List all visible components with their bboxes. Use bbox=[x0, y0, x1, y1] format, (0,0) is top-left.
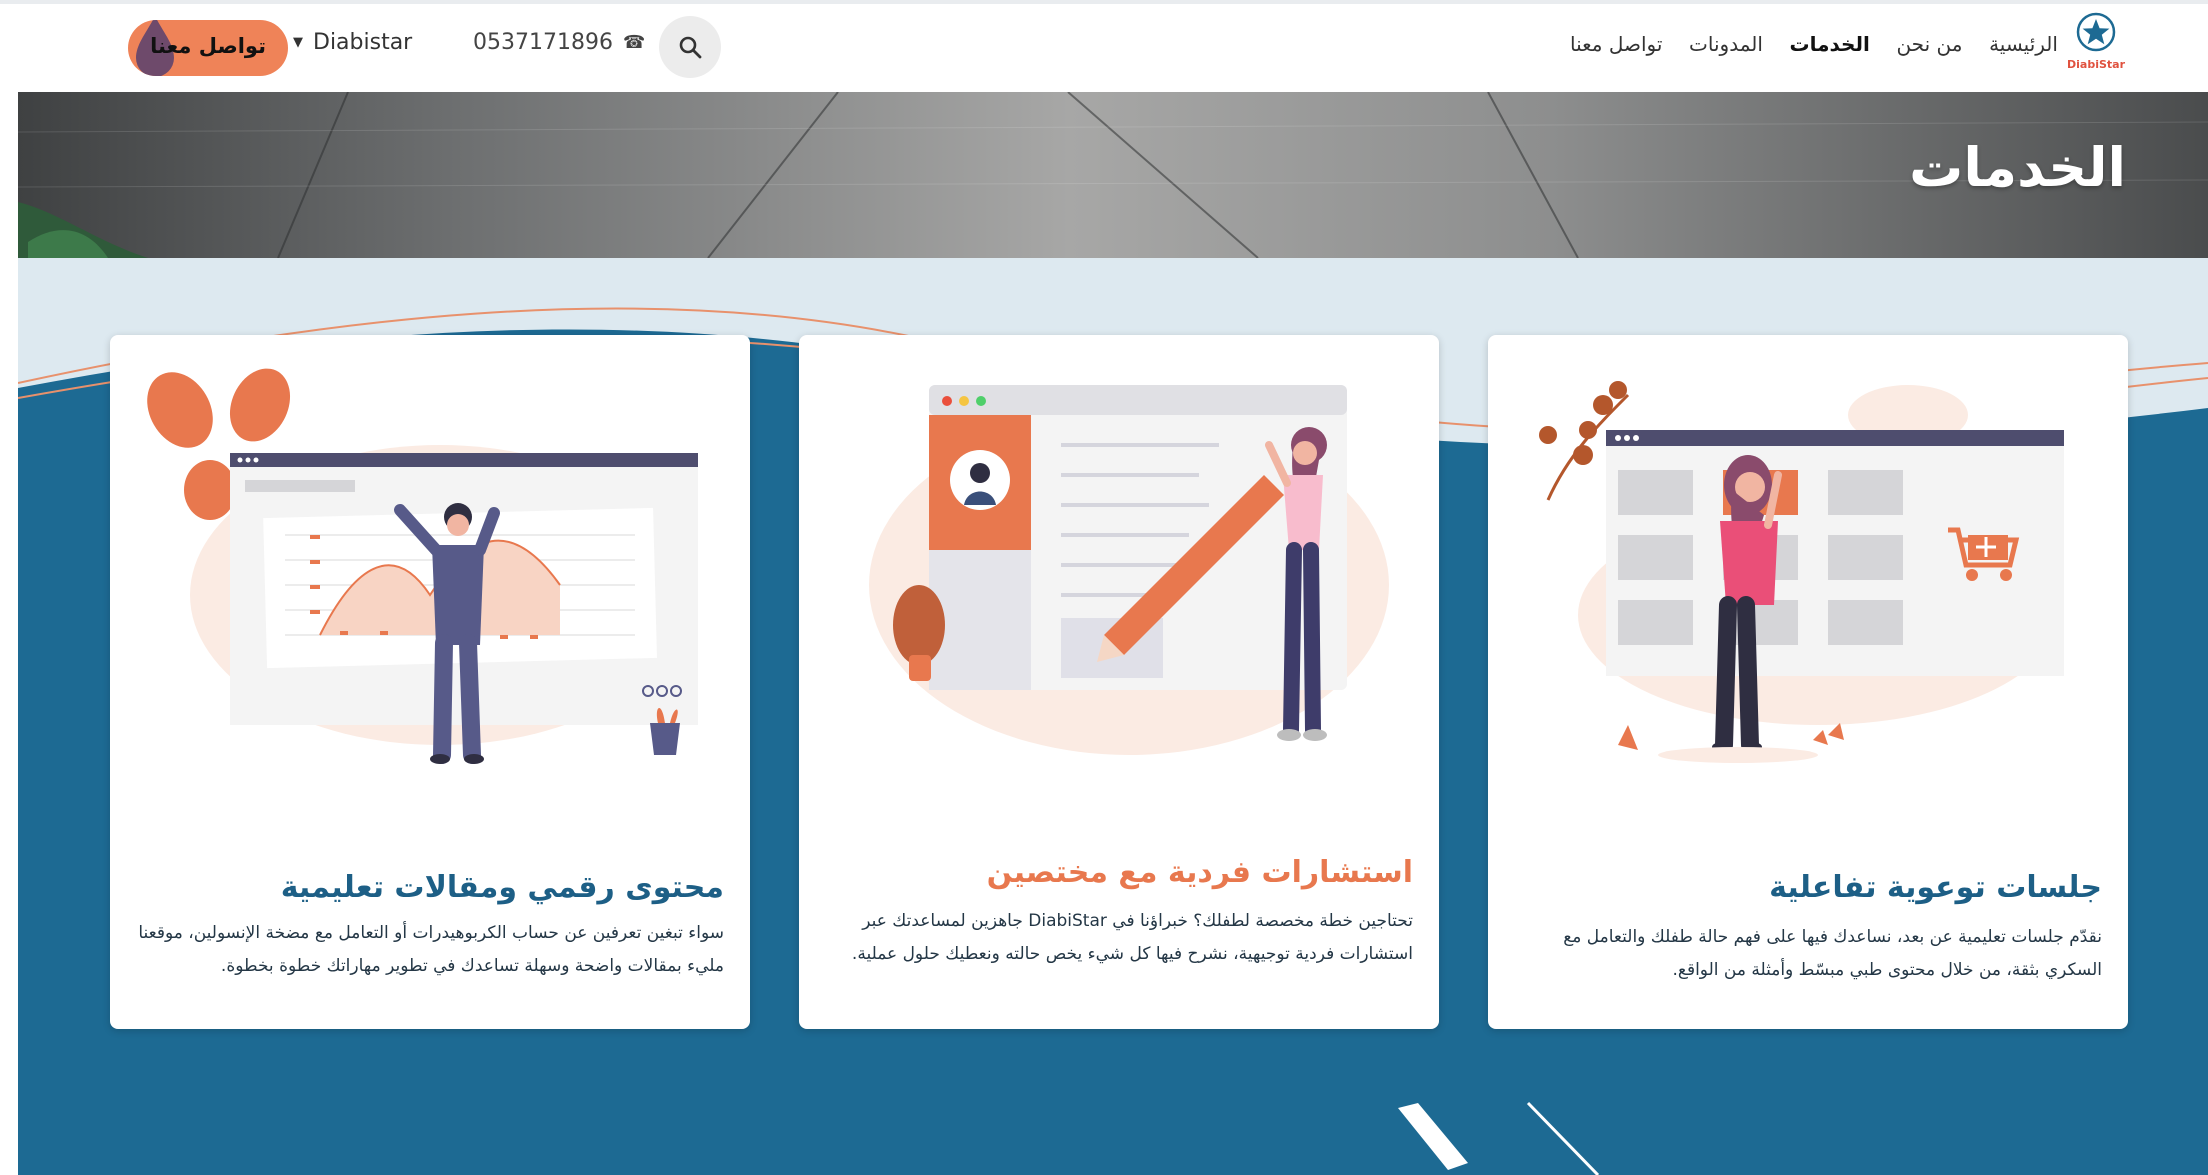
shopping-woman-illustration bbox=[1539, 381, 2064, 763]
phone-icon: ☎ bbox=[622, 32, 646, 53]
card-description: نقدّم جلسات تعليمية عن بعد، نساعدك فيها … bbox=[1563, 927, 2102, 980]
service-card-awareness-sessions[interactable]: جلسات توعوية تفاعلية نقدّم جلسات تعليمية… bbox=[1488, 335, 2128, 1029]
brand-name: Diabistar bbox=[313, 30, 413, 55]
main-nav: الرئيسية من نحن الخدمات المدونات تواصل م… bbox=[1570, 32, 2058, 56]
left-strip bbox=[0, 4, 18, 1175]
card-title: استشارات فردية مع مختصين bbox=[986, 855, 1413, 890]
nav-item-about[interactable]: من نحن bbox=[1896, 32, 1962, 56]
contact-us-button[interactable]: تواصل معنا bbox=[128, 20, 288, 76]
page-banner: الخدمات bbox=[18, 92, 2208, 258]
site-header: تواصل معنا ▼ Diabistar 0537171896 ☎ الرئيس… bbox=[18, 4, 2208, 92]
search-button[interactable] bbox=[659, 16, 721, 78]
star-logo-icon bbox=[2076, 12, 2116, 52]
caret-down-icon: ▼ bbox=[293, 35, 303, 50]
ceiling-background-image bbox=[18, 92, 2208, 258]
nav-item-contact[interactable]: تواصل معنا bbox=[1570, 32, 1662, 56]
service-card-individual-consultations[interactable]: استشارات فردية مع مختصين تحتاجين خطة مخص… bbox=[799, 335, 1439, 1029]
card-title: جلسات توعوية تفاعلية bbox=[1769, 870, 2102, 905]
search-icon bbox=[679, 36, 702, 59]
nav-item-home[interactable]: الرئيسية bbox=[1989, 32, 2058, 56]
card-title: محتوى رقمي ومقالات تعليمية bbox=[280, 870, 724, 905]
site-logo[interactable]: DiabiStar bbox=[2058, 10, 2134, 80]
logo-text: DiabiStar bbox=[2067, 58, 2125, 71]
nav-item-services[interactable]: الخدمات bbox=[1790, 32, 1870, 56]
brand-dropdown[interactable]: ▼ Diabistar bbox=[293, 30, 412, 55]
phone-link[interactable]: 0537171896 ☎ bbox=[473, 30, 645, 55]
card-description: تحتاجين خطة مخصصة لطفلك؟ خبراؤنا في Diab… bbox=[851, 911, 1413, 964]
card-description: سواء تبغين تعرفين عن حساب الكربوهيدرات أ… bbox=[138, 923, 724, 976]
service-card-digital-content[interactable]: محتوى رقمي ومقالات تعليمية سواء تبغين تع… bbox=[110, 335, 750, 1029]
presentation-man-illustration bbox=[147, 368, 698, 764]
contact-us-label: تواصل معنا bbox=[150, 34, 266, 58]
page-title: الخدمات bbox=[1909, 136, 2126, 199]
phone-number: 0537171896 bbox=[473, 30, 613, 55]
nav-item-blogs[interactable]: المدونات bbox=[1689, 32, 1763, 56]
consultation-illustration bbox=[869, 385, 1389, 755]
services-section: جلسات توعوية تفاعلية نقدّم جلسات تعليمية… bbox=[18, 258, 2208, 1175]
